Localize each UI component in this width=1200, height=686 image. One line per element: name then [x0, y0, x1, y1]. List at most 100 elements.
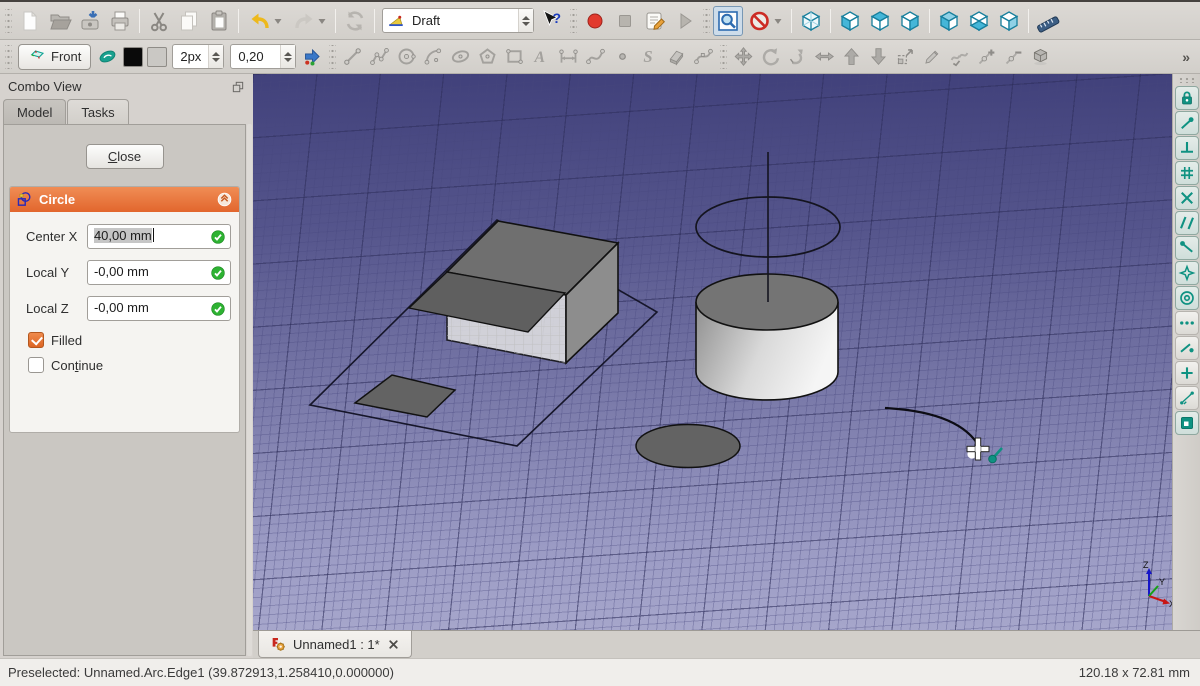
snap-ortho-button[interactable] [1174, 311, 1199, 335]
draft-delete-point-button[interactable] [1000, 43, 1027, 70]
toolbar-handle[interactable] [720, 44, 728, 69]
draft-facebinder-button[interactable] [663, 43, 690, 70]
snap-intersection-button[interactable] [1174, 186, 1199, 210]
macro-edit-button[interactable] [640, 6, 670, 36]
macro-record-button[interactable] [580, 6, 610, 36]
undo-button[interactable] [243, 6, 287, 36]
circle-task-header[interactable]: Circle [10, 187, 239, 212]
snap-dimensions-button[interactable] [1174, 386, 1199, 410]
draft-circle-button[interactable] [393, 43, 420, 70]
draft-polygon-button[interactable] [474, 43, 501, 70]
toolbar-handle[interactable] [570, 8, 577, 33]
center-x-input[interactable]: 40,00 mm [86, 224, 231, 249]
new-document-button[interactable] [15, 6, 45, 36]
snap-working-plane-button[interactable] [1174, 411, 1199, 435]
workbench-selector[interactable]: Draft [382, 8, 534, 33]
draw-style-button[interactable] [743, 6, 787, 36]
toolbar-handle[interactable] [329, 44, 337, 69]
draft-arc-button[interactable] [420, 43, 447, 70]
draft-bezier-button[interactable] [690, 43, 717, 70]
dropdown-arrow-icon[interactable] [317, 16, 327, 26]
view-right-button[interactable] [895, 6, 925, 36]
macro-stop-button[interactable] [610, 6, 640, 36]
draft-downgrade-button[interactable] [865, 43, 892, 70]
panel-scrollbar[interactable] [247, 124, 252, 656]
cut-button[interactable] [144, 6, 174, 36]
close-task-button[interactable]: Close [85, 144, 164, 169]
view-bottom-button[interactable] [964, 6, 994, 36]
draft-scale-button[interactable] [892, 43, 919, 70]
document-tab[interactable]: Unnamed1 : 1* [258, 631, 412, 658]
draft-edit-button[interactable] [919, 43, 946, 70]
arc-edge[interactable] [884, 406, 981, 449]
apply-style-button[interactable] [299, 43, 326, 70]
toolbar-handle[interactable] [5, 44, 12, 69]
draft-rectangle-button[interactable] [501, 43, 528, 70]
draft-line-button[interactable] [339, 43, 366, 70]
draft-bspline-button[interactable] [582, 43, 609, 70]
whats-this-button[interactable] [537, 6, 567, 36]
scale-arrows[interactable] [280, 45, 296, 68]
toolbar-handle[interactable] [5, 8, 12, 33]
line-color-swatch[interactable] [123, 46, 144, 67]
local-y-input[interactable]: -0,00 mm [86, 260, 231, 285]
draft-upgrade-button[interactable] [838, 43, 865, 70]
view-rear-button[interactable] [934, 6, 964, 36]
tab-tasks[interactable]: Tasks [67, 99, 129, 124]
float-panel-icon[interactable] [231, 80, 245, 94]
draft-style-button[interactable] [94, 43, 121, 70]
measure-distance-button[interactable] [1033, 6, 1063, 36]
snap-endpoint-button[interactable] [1174, 111, 1199, 135]
line-width-arrows[interactable] [208, 45, 224, 68]
continue-checkbox[interactable] [28, 357, 44, 373]
line-width-spinbox[interactable]: 2px [172, 44, 225, 69]
draft-offset-button[interactable] [784, 43, 811, 70]
snap-grid-button[interactable] [1174, 161, 1199, 185]
snap-extension-button[interactable] [1174, 236, 1199, 260]
draft-trimex-button[interactable] [811, 43, 838, 70]
cylinder-solid[interactable] [695, 273, 839, 401]
filled-checkbox[interactable] [28, 332, 44, 348]
snap-parallel-button[interactable] [1174, 211, 1199, 235]
face-color-swatch[interactable] [147, 46, 168, 67]
paste-button[interactable] [204, 6, 234, 36]
view-left-button[interactable] [994, 6, 1024, 36]
draft-shapestring-button[interactable] [636, 43, 663, 70]
draft-wire-to-bspline-button[interactable] [946, 43, 973, 70]
collapse-task-icon[interactable] [216, 191, 233, 208]
local-z-input[interactable]: -0,00 mm [86, 296, 231, 321]
toolbar-overflow-indicator[interactable]: » [1174, 49, 1198, 65]
save-document-button[interactable] [75, 6, 105, 36]
3d-viewport[interactable]: Z Y X [253, 74, 1172, 630]
working-plane-button[interactable]: Front [18, 43, 92, 70]
draft-rotate-button[interactable] [757, 43, 784, 70]
snap-perpendicular-button[interactable] [1174, 136, 1199, 160]
view-axonometric-button[interactable] [796, 6, 826, 36]
print-document-button[interactable] [105, 6, 135, 36]
toolbar-handle[interactable] [703, 8, 710, 33]
draft-shape2dview-button[interactable] [1027, 43, 1054, 70]
filled-rectangle[interactable] [353, 374, 457, 418]
open-document-button[interactable] [45, 6, 75, 36]
redo-button[interactable] [287, 6, 331, 36]
toolbar-handle[interactable] [1177, 77, 1196, 83]
macro-play-button[interactable] [670, 6, 700, 36]
snap-special-button[interactable] [1174, 261, 1199, 285]
snap-angle-button[interactable] [1174, 361, 1199, 385]
snap-center-button[interactable] [1174, 286, 1199, 310]
filled-circle[interactable] [635, 423, 741, 469]
refresh-button[interactable] [340, 6, 370, 36]
view-top-button[interactable] [865, 6, 895, 36]
dropdown-arrow-icon[interactable] [273, 16, 283, 26]
draft-dimension-button[interactable] [555, 43, 582, 70]
snap-lock-button[interactable] [1174, 86, 1199, 110]
draft-wire-button[interactable] [366, 43, 393, 70]
fit-all-button[interactable] [713, 5, 743, 36]
view-front-button[interactable] [835, 6, 865, 36]
draft-text-button[interactable] [528, 43, 555, 70]
dropdown-arrow-icon[interactable] [773, 16, 783, 26]
workbench-spinner[interactable] [518, 9, 533, 32]
scale-spinbox[interactable]: 0,20 [230, 44, 297, 69]
draft-move-button[interactable] [730, 43, 757, 70]
snap-near-button[interactable] [1174, 336, 1199, 360]
